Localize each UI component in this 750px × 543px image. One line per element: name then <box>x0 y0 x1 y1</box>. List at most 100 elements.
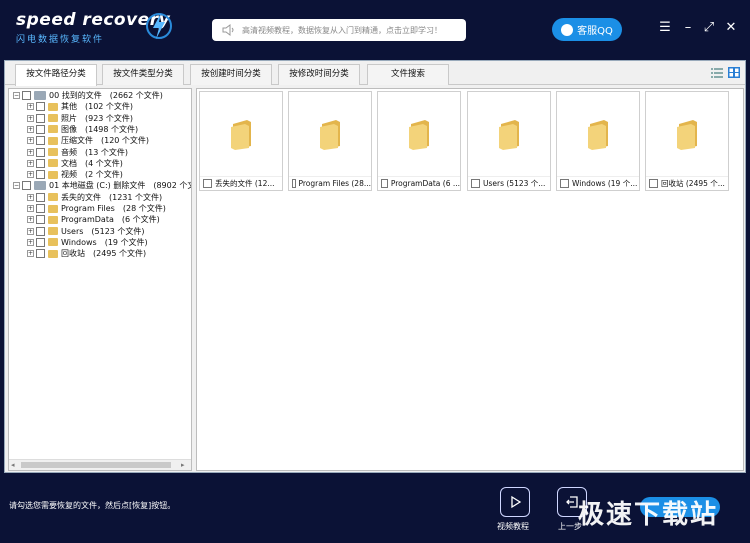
tree-item-count: (102 个文件) <box>85 102 134 112</box>
support-qq-button[interactable]: 客服QQ <box>552 18 622 41</box>
tab-by-path[interactable]: 按文件路径分类 <box>15 64 97 86</box>
scroll-right-icon[interactable]: ▸ <box>181 461 185 469</box>
checkbox[interactable] <box>36 192 45 202</box>
expand-icon[interactable]: + <box>27 205 34 212</box>
tree-item[interactable]: − 00 找到的文件 (2662 个文件) <box>13 90 163 101</box>
tree-item[interactable]: + 视频 (2 个文件) <box>27 169 123 180</box>
drive-icon <box>34 181 46 191</box>
tree-item-count: (2495 个文件) <box>93 249 147 259</box>
folder-tile[interactable]: ProgramData (6 ... <box>377 91 461 191</box>
close-icon[interactable]: ✕ <box>724 20 738 36</box>
folder-icon <box>48 249 58 258</box>
tree-item[interactable]: + 其他 (102 个文件) <box>27 101 133 112</box>
checkbox[interactable] <box>471 179 480 188</box>
folder-tile[interactable]: Program Files (28... <box>288 91 372 191</box>
tutorial-notice-bar[interactable]: 高清视频教程，数据恢复从入门到精通，点击立即学习！ <box>212 19 466 41</box>
folder-tile[interactable]: Users (5123 个... <box>467 91 551 191</box>
list-view-icon[interactable] <box>711 67 723 78</box>
expand-icon[interactable]: + <box>27 159 34 167</box>
tree-item-count: (28 个文件) <box>122 204 166 213</box>
expand-icon[interactable]: + <box>27 148 34 156</box>
tree-item-count: (120 个文件) <box>101 136 150 146</box>
tree-item[interactable]: + 照片 (923 个文件) <box>27 113 133 124</box>
folder-tile[interactable]: 丢失的文件 (12... <box>199 91 283 191</box>
tree-item-label: 压缩文件 <box>61 136 93 146</box>
horizontal-scrollbar[interactable]: ◂ ▸ <box>9 459 191 470</box>
tree-item[interactable]: + 音频 (13 个文件) <box>27 147 128 158</box>
folder-icon <box>48 193 58 202</box>
expand-icon[interactable]: + <box>27 250 34 258</box>
folder-icon <box>48 238 58 247</box>
scroll-left-icon[interactable]: ◂ <box>11 461 15 469</box>
tab-by-modified-time[interactable]: 按修改时间分类 <box>278 64 360 85</box>
checkbox[interactable] <box>292 179 296 188</box>
checkbox[interactable] <box>36 136 45 146</box>
tree-item-count: (4 个文件) <box>85 158 123 168</box>
expand-icon[interactable]: + <box>27 238 34 246</box>
checkbox[interactable] <box>36 113 45 123</box>
folder-tile[interactable]: 回收站 (2495 个... <box>645 91 729 191</box>
tree-item[interactable]: + 丢失的文件 (1231 个文件) <box>27 192 162 203</box>
tab-by-created-time[interactable]: 按创建时间分类 <box>190 64 272 85</box>
checkbox[interactable] <box>381 179 388 188</box>
expand-icon[interactable]: + <box>27 227 34 235</box>
checkbox[interactable] <box>649 179 658 188</box>
tree-item[interactable]: + Windows (19 个文件) <box>27 237 148 248</box>
expand-icon[interactable]: + <box>27 171 34 179</box>
folder-icon <box>48 170 58 179</box>
checkbox[interactable] <box>560 179 569 188</box>
support-qq-label: 客服QQ <box>577 26 613 37</box>
folder-icon <box>320 120 340 150</box>
checkbox[interactable] <box>36 158 45 168</box>
tab-file-search[interactable]: 文件搜索 <box>367 64 449 85</box>
tree-item[interactable]: − 01 本地磁盘 (C:) 删除文件 (8902 个文( <box>13 180 191 191</box>
tree-item[interactable]: + ProgramData (6 个文件) <box>27 214 160 225</box>
expand-icon[interactable]: + <box>27 193 34 201</box>
tree-item[interactable]: + 图像 (1498 个文件) <box>27 124 138 135</box>
checkbox[interactable] <box>36 124 45 134</box>
file-thumbnail-grid: 丢失的文件 (12... Program Files (28... Progra… <box>196 88 744 471</box>
tree-item[interactable]: + 回收站 (2495 个文件) <box>27 248 146 259</box>
checkbox[interactable] <box>36 102 45 112</box>
tree-item[interactable]: + 压缩文件 (120 个文件) <box>27 135 149 146</box>
checkbox[interactable] <box>36 226 45 236</box>
notice-text: 高清视频教程，数据恢复从入门到精通，点击立即学习！ <box>242 25 442 35</box>
expand-icon[interactable]: + <box>27 125 34 133</box>
tree-item[interactable]: + 文档 (4 个文件) <box>27 158 123 169</box>
checkbox[interactable] <box>36 147 45 157</box>
tree-item-label: 丢失的文件 <box>61 192 101 202</box>
expand-icon[interactable]: + <box>27 114 34 122</box>
checkbox[interactable] <box>36 215 45 225</box>
folder-tile[interactable]: Windows (19 个... <box>556 91 640 191</box>
checkbox[interactable] <box>22 181 31 191</box>
back-icon <box>566 496 578 508</box>
checkbox[interactable] <box>203 179 212 188</box>
collapse-icon[interactable]: − <box>13 92 20 99</box>
minimize-icon[interactable]: – <box>681 20 695 36</box>
scrollbar-thumb[interactable] <box>21 462 171 468</box>
tree-item-label: 照片 <box>61 113 77 123</box>
status-hint: 请勾选您需要恢复的文件，然后点[恢复]按钮。 <box>9 501 176 510</box>
tree-item[interactable]: + Users (5123 个文件) <box>27 226 145 237</box>
folder-icon <box>499 120 519 150</box>
tree-item-label: 01 本地磁盘 (C:) 删除文件 <box>49 181 146 191</box>
checkbox[interactable] <box>36 170 45 180</box>
checkbox[interactable] <box>36 237 45 247</box>
checkbox[interactable] <box>36 249 45 259</box>
maximize-icon[interactable]: ⤢ <box>702 20 716 36</box>
folder-tree[interactable]: − 00 找到的文件 (2662 个文件) + 其他 (102 个文件) + 照片 (… <box>8 88 192 471</box>
expand-icon[interactable]: + <box>27 216 34 224</box>
folder-icon <box>48 125 58 134</box>
checkbox[interactable] <box>22 91 31 100</box>
tab-by-type[interactable]: 按文件类型分类 <box>102 64 184 85</box>
tile-label: Windows (19 个... <box>572 179 638 188</box>
video-tutorial-button[interactable] <box>500 487 530 517</box>
tree-item-label: Program Files <box>61 204 115 213</box>
checkbox[interactable] <box>36 204 45 213</box>
menu-icon[interactable]: ☰ <box>658 20 672 36</box>
tree-item[interactable]: + Program Files (28 个文件) <box>27 203 166 214</box>
expand-icon[interactable]: + <box>27 137 34 145</box>
expand-icon[interactable]: + <box>27 103 34 111</box>
thumbnail-view-icon[interactable] <box>728 67 740 78</box>
collapse-icon[interactable]: − <box>13 182 20 190</box>
